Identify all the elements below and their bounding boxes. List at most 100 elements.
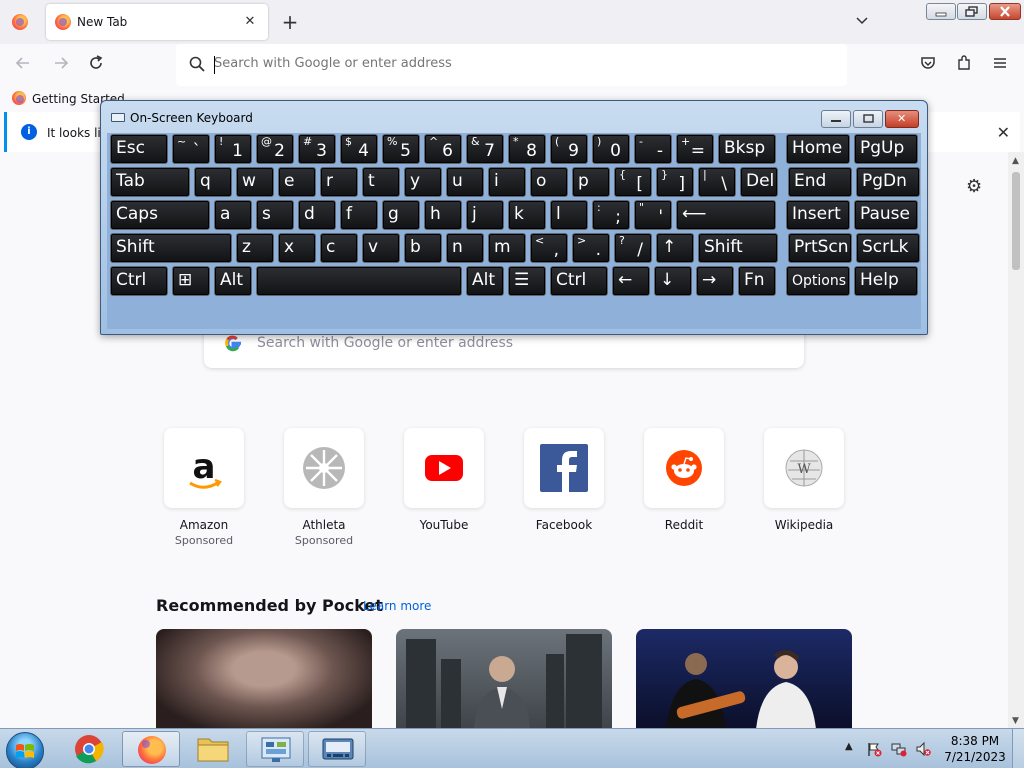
network-icon[interactable] xyxy=(891,741,907,757)
osk-key-options[interactable]: Options xyxy=(786,266,850,296)
shortcut-youtube[interactable]: YouTube xyxy=(384,428,504,532)
osk-key-pause[interactable]: Pause xyxy=(854,200,918,230)
osk-key-[interactable]: {[ xyxy=(614,167,652,197)
osk-key-caps[interactable]: Caps xyxy=(110,200,210,230)
osk-key-[interactable]: + = xyxy=(676,134,714,164)
osk-key-del[interactable]: Del xyxy=(740,167,778,197)
firefox-view-icon[interactable] xyxy=(12,14,28,30)
tab-new-tab[interactable]: New Tab ✕ xyxy=(46,4,268,40)
action-center-flag-icon[interactable] xyxy=(866,741,882,757)
osk-key-7[interactable]: & 7 xyxy=(466,134,504,164)
osk-key-r[interactable]: r xyxy=(320,167,358,197)
scroll-down-arrow[interactable]: ▼ xyxy=(1012,716,1019,726)
osk-key-[interactable]: ⊞ xyxy=(172,266,210,296)
osk-key-scrlk[interactable]: ScrLk xyxy=(856,233,920,263)
gear-icon[interactable]: ⚙ xyxy=(966,176,982,197)
osk-key-3[interactable]: #3 xyxy=(298,134,336,164)
osk-key-2[interactable]: @2 xyxy=(256,134,294,164)
show-hidden-icons-button[interactable]: ▲ xyxy=(845,741,853,752)
osk-key-q[interactable]: q xyxy=(194,167,232,197)
osk-key-alt[interactable]: Alt xyxy=(466,266,504,296)
osk-key-tab[interactable]: Tab xyxy=(110,167,190,197)
show-desktop-button[interactable] xyxy=(1012,729,1024,768)
osk-key-[interactable]: → xyxy=(696,266,734,296)
osk-key-fn[interactable]: Fn xyxy=(738,266,776,296)
osk-key-j[interactable]: j xyxy=(466,200,504,230)
osk-key-[interactable]: " ' xyxy=(634,200,672,230)
osk-key-n[interactable]: n xyxy=(446,233,484,263)
close-icon[interactable]: ✕ xyxy=(240,12,260,32)
taskbar-control-panel[interactable] xyxy=(246,731,304,767)
osk-key-b[interactable]: b xyxy=(404,233,442,263)
osk-key-e[interactable]: e xyxy=(278,167,316,197)
osk-minimize-button[interactable] xyxy=(821,110,851,128)
osk-key-z[interactable]: z xyxy=(236,233,274,263)
vertical-scrollbar[interactable]: ▲ ▼ xyxy=(1008,152,1024,728)
osk-key-s[interactable]: s xyxy=(256,200,294,230)
osk-key-pgup[interactable]: PgUp xyxy=(854,134,918,164)
osk-key-1[interactable]: ! 1 xyxy=(214,134,252,164)
osk-key-w[interactable]: w xyxy=(236,167,274,197)
osk-key-ctrl[interactable]: Ctrl xyxy=(550,266,608,296)
osk-key-prtscn[interactable]: PrtScn xyxy=(788,233,852,263)
osk-key-[interactable]: | \ xyxy=(698,167,736,197)
osk-key-space[interactable] xyxy=(256,266,462,296)
osk-key-l[interactable]: l xyxy=(550,200,588,230)
pocket-story-card[interactable] xyxy=(636,629,852,729)
osk-key-o[interactable]: o xyxy=(530,167,568,197)
menu-icon[interactable] xyxy=(989,54,1011,76)
osk-key-i[interactable]: i xyxy=(488,167,526,197)
osk-key-0[interactable]: ) 0 xyxy=(592,134,630,164)
osk-key-[interactable]: }] xyxy=(656,167,694,197)
osk-key-help[interactable]: Help xyxy=(854,266,918,296)
osk-key-9[interactable]: (9 xyxy=(550,134,588,164)
osk-close-button[interactable] xyxy=(885,110,919,128)
osk-key-x[interactable]: x xyxy=(278,233,316,263)
clock-time[interactable]: 8:38 PM xyxy=(940,734,1010,748)
osk-titlebar[interactable]: On-Screen Keyboard xyxy=(101,101,927,131)
osk-key-y[interactable]: y xyxy=(404,167,442,197)
taskbar-chrome[interactable] xyxy=(60,731,118,767)
osk-key-home[interactable]: Home xyxy=(786,134,850,164)
osk-key-[interactable]: ⟵ xyxy=(676,200,776,230)
chevron-down-icon[interactable] xyxy=(854,12,874,32)
osk-key-g[interactable]: g xyxy=(382,200,420,230)
osk-key-shift[interactable]: Shift xyxy=(110,233,232,263)
close-icon[interactable]: ✕ xyxy=(997,123,1010,142)
osk-key-bksp[interactable]: Bksp xyxy=(718,134,776,164)
reload-icon[interactable] xyxy=(85,54,107,76)
scroll-up-arrow[interactable]: ▲ xyxy=(1012,156,1019,166)
shortcut-amazon[interactable]: a Amazon Sponsored xyxy=(144,428,264,547)
start-button[interactable] xyxy=(6,732,44,768)
osk-key-[interactable]: ↑ xyxy=(656,233,694,263)
osk-key-[interactable]: <, xyxy=(530,233,568,263)
osk-key-[interactable]: ☰ xyxy=(508,266,546,296)
osk-key-h[interactable]: h xyxy=(424,200,462,230)
osk-key-esc[interactable]: Esc xyxy=(110,134,168,164)
osk-key-[interactable]: ← xyxy=(612,266,650,296)
osk-maximize-button[interactable] xyxy=(853,110,883,128)
pocket-story-card[interactable] xyxy=(396,629,612,729)
taskbar-on-screen-keyboard[interactable] xyxy=(308,731,366,767)
shortcut-reddit[interactable]: Reddit xyxy=(624,428,744,532)
osk-key-m[interactable]: m xyxy=(488,233,526,263)
window-close-button[interactable] xyxy=(989,3,1021,20)
window-restore-button[interactable] xyxy=(957,3,987,20)
osk-key-[interactable]: ↓ xyxy=(654,266,692,296)
osk-key-p[interactable]: p xyxy=(572,167,610,197)
pocket-story-card[interactable] xyxy=(156,629,372,729)
osk-key-[interactable]: >. xyxy=(572,233,610,263)
osk-key-end[interactable]: End xyxy=(788,167,852,197)
osk-key-[interactable]: ? / xyxy=(614,233,652,263)
osk-key-[interactable]: -- xyxy=(634,134,672,164)
osk-key-t[interactable]: t xyxy=(362,167,400,197)
osk-key-5[interactable]: % 5 xyxy=(382,134,420,164)
shortcut-facebook[interactable]: Facebook xyxy=(504,428,624,532)
taskbar-explorer[interactable] xyxy=(184,731,242,767)
osk-key-[interactable]: ~ ` xyxy=(172,134,210,164)
volume-muted-icon[interactable] xyxy=(915,741,931,757)
shortcut-wikipedia[interactable]: W Wikipedia xyxy=(744,428,864,532)
osk-key-4[interactable]: $4 xyxy=(340,134,378,164)
shortcut-athleta[interactable]: Athleta Sponsored xyxy=(264,428,384,547)
osk-key-insert[interactable]: Insert xyxy=(786,200,850,230)
